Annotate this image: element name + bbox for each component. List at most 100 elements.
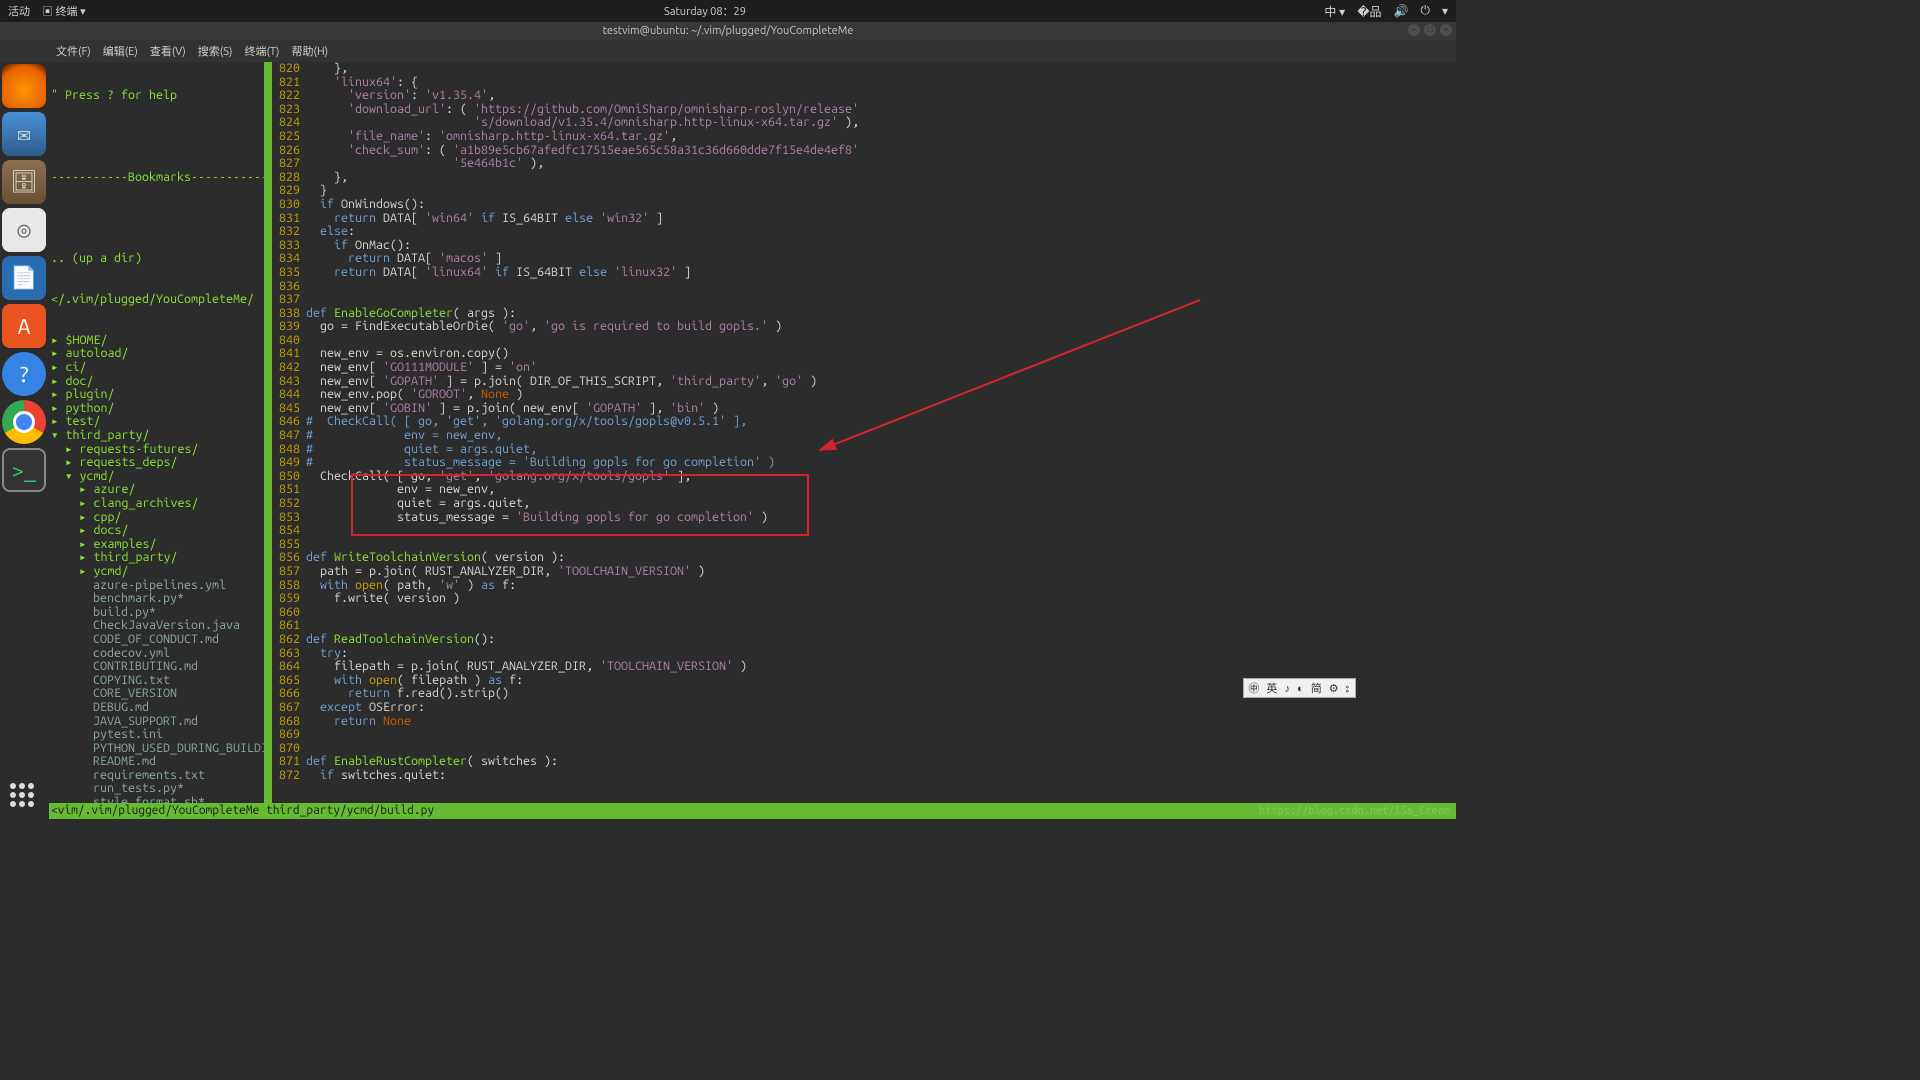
minimize-button[interactable]: – — [1408, 24, 1420, 36]
code-line: 822 'version': 'v1.35.4', — [272, 89, 1456, 103]
line-number: 869 — [272, 728, 306, 742]
menu-file[interactable]: 文件(F) — [52, 43, 95, 59]
nerdtree-item[interactable]: ▸ ycmd/ — [49, 565, 264, 579]
nerdtree-root[interactable]: </.vim/plugged/YouCompleteMe/ — [49, 293, 264, 307]
nerdtree-item[interactable]: style_format.sh* — [49, 796, 264, 803]
menu-edit[interactable]: 编辑(E) — [99, 43, 142, 59]
app-menu[interactable]: ▣ 终端 ▾ — [42, 3, 86, 19]
maximize-button[interactable]: □ — [1424, 24, 1436, 36]
line-number: 854 — [272, 524, 306, 538]
nerdtree-item[interactable]: README.md — [49, 755, 264, 769]
code-line: 825 'file_name': 'omnisharp.http-linux-x… — [272, 130, 1456, 144]
line-number: 822 — [272, 89, 306, 103]
nerdtree-item[interactable]: ▸ requests_deps/ — [49, 456, 264, 470]
nerdtree-pane[interactable]: " Press ? for help -----------Bookmarks-… — [49, 62, 264, 803]
nerdtree-item[interactable]: benchmark.py* — [49, 592, 264, 606]
line-number: 841 — [272, 347, 306, 361]
code-line: 831 return DATA[ 'win64' if IS_64BIT els… — [272, 212, 1456, 226]
nerdtree-item[interactable]: ▸ plugin/ — [49, 388, 264, 402]
code-line: 842 new_env[ 'GO111MODULE' ] = 'on' — [272, 361, 1456, 375]
vim-vertical-split[interactable] — [264, 62, 272, 803]
code-line: 855 — [272, 538, 1456, 552]
files-app-icon[interactable]: 🗄 — [2, 160, 46, 204]
nerdtree-item[interactable]: DEBUG.md — [49, 701, 264, 715]
nerdtree-item[interactable]: CORE_VERSION — [49, 687, 264, 701]
software-app-icon[interactable]: A — [2, 304, 46, 348]
code-text: }, — [306, 62, 348, 76]
power-icon[interactable]: ⏻ — [1420, 4, 1430, 18]
ime-indicator[interactable]: ㊥ 英 ♪ ◐ 简 ⚙ ⦂ — [1243, 678, 1356, 698]
close-button[interactable]: × — [1440, 24, 1452, 36]
nerdtree-item[interactable]: CheckJavaVersion.java — [49, 619, 264, 633]
line-number: 838 — [272, 307, 306, 321]
code-text: def WriteToolchainVersion( version ): — [306, 551, 565, 565]
nerdtree-item[interactable]: azure-pipelines.yml — [49, 579, 264, 593]
input-source-indicator[interactable]: 中 ▾ — [1324, 3, 1345, 20]
nerdtree-item[interactable]: ▸ docs/ — [49, 524, 264, 538]
code-line: 849# status_message = 'Building gopls fo… — [272, 456, 1456, 470]
nerdtree-item[interactable]: build.py* — [49, 606, 264, 620]
line-number: 831 — [272, 212, 306, 226]
nerdtree-item[interactable]: ▸ test/ — [49, 415, 264, 429]
nerdtree-item[interactable]: ▸ $HOME/ — [49, 334, 264, 348]
line-number: 832 — [272, 225, 306, 239]
nerdtree-item[interactable]: CONTRIBUTING.md — [49, 660, 264, 674]
nerdtree-item[interactable]: ▸ examples/ — [49, 538, 264, 552]
nerdtree-item[interactable]: ▸ ci/ — [49, 361, 264, 375]
help-app-icon[interactable]: ? — [2, 352, 46, 396]
nerdtree-item[interactable]: JAVA_SUPPORT.md — [49, 715, 264, 729]
show-applications-icon[interactable] — [10, 783, 38, 811]
chrome-app-icon[interactable] — [2, 400, 46, 444]
code-text: } — [306, 184, 327, 198]
nerdtree-item[interactable]: ▾ third_party/ — [49, 429, 264, 443]
line-number: 820 — [272, 62, 306, 76]
nerdtree-item[interactable]: requirements.txt — [49, 769, 264, 783]
writer-app-icon[interactable]: 📄 — [2, 256, 46, 300]
code-text: CheckCall( [ go, 'get', 'golang.org/x/to… — [306, 470, 691, 484]
line-number: 867 — [272, 701, 306, 715]
nerdtree-item[interactable]: pytest.ini — [49, 728, 264, 742]
code-text: if OnWindows(): — [306, 198, 425, 212]
nerdtree-item[interactable]: ▸ clang_archives/ — [49, 497, 264, 511]
nerdtree-item[interactable]: ▸ autoload/ — [49, 347, 264, 361]
menu-terminal[interactable]: 终端(T) — [240, 43, 283, 59]
code-line: 823 'download_url': ( 'https://github.co… — [272, 103, 1456, 117]
nerdtree-item[interactable]: COPYING.txt — [49, 674, 264, 688]
nerdtree-updir[interactable]: .. (up a dir) — [49, 252, 264, 266]
nerdtree-item[interactable]: ▸ cpp/ — [49, 511, 264, 525]
code-line: 856def WriteToolchainVersion( version ): — [272, 551, 1456, 565]
nerdtree-help-hint: " Press ? for help — [49, 89, 264, 103]
nerdtree-item[interactable]: ▸ requests-futures/ — [49, 443, 264, 457]
nerdtree-item[interactable]: run_tests.py* — [49, 782, 264, 796]
code-line: 850 CheckCall( [ go, 'get', 'golang.org/… — [272, 470, 1456, 484]
code-line: 851 env = new_env, — [272, 483, 1456, 497]
menu-view[interactable]: 查看(V) — [146, 43, 190, 59]
nerdtree-item[interactable]: ▸ doc/ — [49, 375, 264, 389]
line-number: 829 — [272, 184, 306, 198]
nerdtree-item[interactable]: codecov.yml — [49, 647, 264, 661]
clock[interactable]: Saturday 08：29 — [86, 3, 1325, 19]
network-icon[interactable]: �品 — [1357, 3, 1381, 20]
code-text: }, — [306, 171, 348, 185]
nerdtree-item[interactable]: PYTHON_USED_DURING_BUILDI — [49, 742, 264, 756]
system-menu-dropdown-icon[interactable]: ▾ — [1442, 4, 1448, 18]
volume-icon[interactable]: 🔊 — [1394, 4, 1409, 18]
code-line: 820 }, — [272, 62, 1456, 76]
terminal-app-icon[interactable]: >_ — [2, 448, 46, 492]
code-text: 'file_name': 'omnisharp.http-linux-x64.t… — [306, 130, 677, 144]
nerdtree-item[interactable]: ▸ third_party/ — [49, 551, 264, 565]
nerdtree-item[interactable]: CODE_OF_CONDUCT.md — [49, 633, 264, 647]
code-text: # CheckCall( [ go, 'get', 'golang.org/x/… — [306, 415, 747, 429]
menu-search[interactable]: 搜索(S) — [194, 43, 237, 59]
watermark-text: https://blog.csdn.net/ISs_Cream — [1259, 805, 1450, 817]
activities-button[interactable]: 活动 — [8, 3, 30, 19]
nerdtree-item[interactable]: ▾ ycmd/ — [49, 470, 264, 484]
thunderbird-app-icon[interactable]: ✉ — [2, 112, 46, 156]
nerdtree-item[interactable]: ▸ azure/ — [49, 483, 264, 497]
menu-help[interactable]: 帮助(H) — [288, 43, 333, 59]
code-text: env = new_env, — [306, 483, 495, 497]
firefox-app-icon[interactable] — [2, 64, 46, 108]
code-line: 844 new_env.pop( 'GOROOT', None ) — [272, 388, 1456, 402]
nerdtree-item[interactable]: ▸ python/ — [49, 402, 264, 416]
disks-app-icon[interactable]: ◎ — [2, 208, 46, 252]
